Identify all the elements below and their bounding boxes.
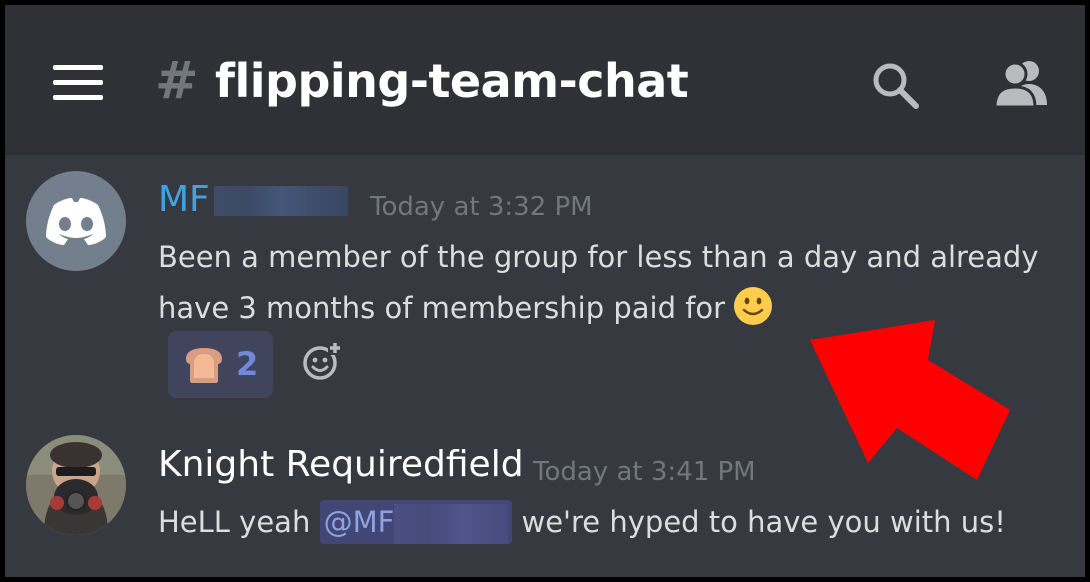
redacted-mention: [394, 504, 509, 544]
channel-header: # flipping-team-chat: [5, 5, 1085, 153]
user-photo: [26, 435, 126, 535]
message-text-line: HeLL yeah @MF we're hyped to have you wi…: [158, 497, 1006, 547]
members-icon[interactable]: [991, 57, 1051, 109]
add-reaction-icon[interactable]: [302, 341, 342, 381]
message-text: we're hyped to have you with us!: [521, 505, 1006, 539]
gas-mask-user-avatar[interactable]: [26, 435, 126, 535]
user-mention[interactable]: @MF: [319, 500, 513, 544]
redacted-username: [213, 186, 348, 216]
username-text: MF: [158, 179, 210, 220]
message-text-line: have 3 months of membership paid for: [158, 283, 773, 333]
channel-hash-icon: #: [155, 51, 199, 111]
message-timestamp: Today at 3:41 PM: [533, 457, 756, 487]
slightly-smiling-face-icon: [734, 287, 773, 325]
message-text: have 3 months of membership paid for: [158, 291, 726, 325]
message-timestamp: Today at 3:32 PM: [370, 192, 593, 222]
message-username[interactable]: MF: [158, 178, 348, 222]
message-username[interactable]: Knight Requiredfield: [158, 443, 524, 487]
search-icon[interactable]: [869, 59, 921, 111]
annotation-arrow-icon: [810, 320, 1010, 480]
bread-icon: [186, 348, 222, 383]
discord-logo-icon: [46, 198, 106, 245]
reaction-bread[interactable]: 2: [168, 331, 273, 398]
hamburger-menu-icon[interactable]: [53, 65, 105, 101]
reaction-count: 2: [236, 345, 259, 383]
message-text: HeLL yeah: [158, 505, 311, 539]
channel-name: flipping-team-chat: [215, 54, 689, 108]
discord-logo-avatar[interactable]: [26, 171, 126, 271]
chat-window: # flipping-team-chat MF Today at 3:32 PM…: [5, 5, 1085, 577]
mention-text: @MF: [323, 505, 395, 539]
message-text-line: Been a member of the group for less than…: [158, 240, 1039, 274]
